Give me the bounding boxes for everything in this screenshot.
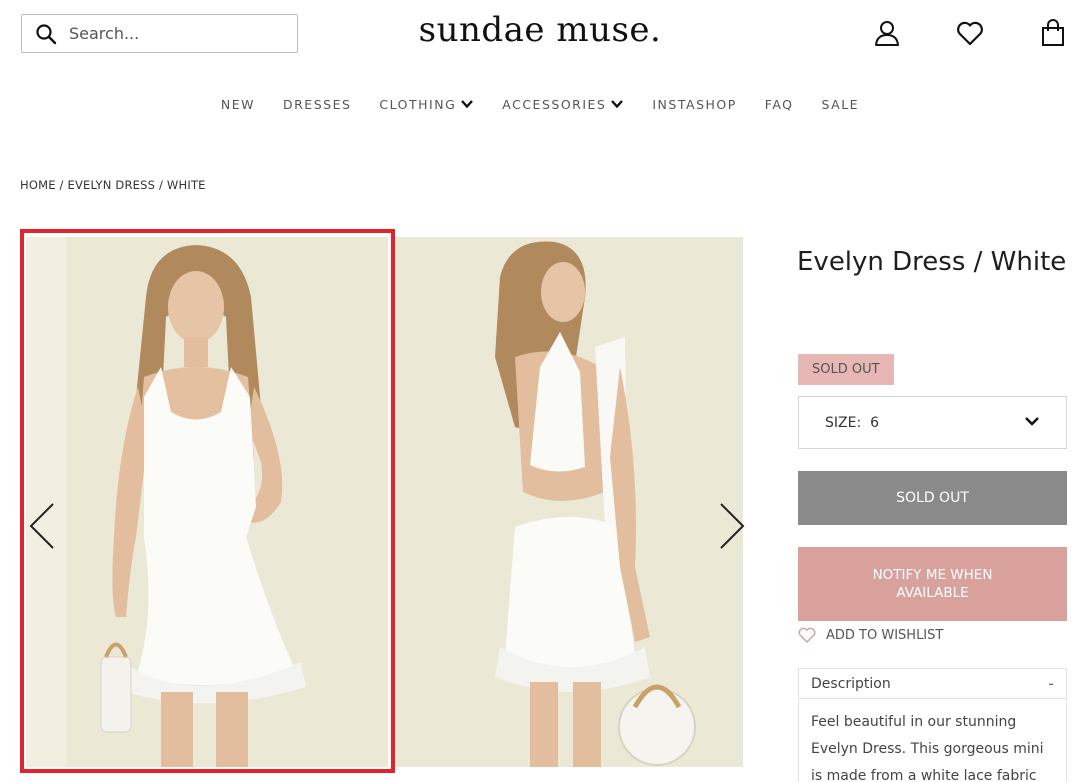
wishlist-label: ADD TO WISHLIST: [826, 627, 944, 643]
product-title: Evelyn Dress / White: [797, 247, 1067, 277]
nav-label: FAQ: [764, 96, 794, 112]
shopping-bag-icon[interactable]: [1038, 18, 1068, 48]
status-badge: SOLD OUT: [798, 354, 894, 385]
sold-out-button[interactable]: SOLD OUT: [798, 471, 1067, 525]
search-icon[interactable]: [35, 23, 57, 45]
nav-label: DRESSES: [283, 96, 352, 112]
nav-label: ACCESSORIES: [502, 96, 607, 112]
description-panel: Description - Feel beautiful in our stun…: [798, 668, 1067, 782]
breadcrumb[interactable]: HOME / EVELYN DRESS / WHITE: [20, 178, 206, 192]
chevron-down-icon: [1024, 413, 1040, 433]
gallery-prev-arrow-icon[interactable]: [27, 500, 57, 552]
nav-dresses[interactable]: DRESSES: [269, 95, 365, 113]
size-value: 6: [870, 414, 879, 431]
nav-clothing[interactable]: CLOTHING: [365, 95, 488, 113]
nav-label: NEW: [220, 96, 255, 112]
description-text: Feel beautiful in our stunning Evelyn Dr…: [811, 714, 1044, 782]
nav-label: CLOTHING: [379, 96, 457, 112]
nav-instashop[interactable]: INSTASHOP: [638, 95, 750, 113]
product-photo-front[interactable]: [26, 237, 388, 767]
product-photo-back[interactable]: [395, 237, 743, 767]
add-to-wishlist-link[interactable]: ADD TO WISHLIST: [798, 627, 943, 643]
heart-icon: [798, 627, 816, 643]
nav-sale[interactable]: SALE: [808, 95, 874, 113]
size-select-value: SIZE: 6: [825, 415, 1024, 431]
nav-new[interactable]: NEW: [207, 95, 269, 113]
nav-label: SALE: [821, 96, 860, 112]
nav-accessories[interactable]: ACCESSORIES: [488, 95, 638, 113]
description-title: Description: [811, 675, 891, 692]
description-header[interactable]: Description -: [799, 669, 1066, 699]
account-icon[interactable]: [872, 18, 902, 48]
search-box[interactable]: [21, 14, 298, 53]
notify-me-button[interactable]: NOTIFY ME WHEN AVAILABLE: [798, 547, 1067, 621]
wishlist-heart-icon[interactable]: [955, 18, 985, 48]
nav-label: INSTASHOP: [652, 96, 737, 112]
nav-faq[interactable]: FAQ: [751, 95, 808, 113]
search-input[interactable]: [69, 24, 269, 43]
chevron-down-icon: [610, 97, 624, 111]
gallery-next-arrow-icon[interactable]: [717, 500, 747, 552]
size-label: SIZE:: [825, 414, 862, 431]
size-select[interactable]: SIZE: 6: [798, 396, 1067, 449]
collapse-toggle[interactable]: -: [1048, 674, 1054, 693]
chevron-down-icon: [460, 97, 474, 111]
main-nav: NEW DRESSES CLOTHING ACCESSORIES INSTASH…: [0, 95, 1080, 113]
